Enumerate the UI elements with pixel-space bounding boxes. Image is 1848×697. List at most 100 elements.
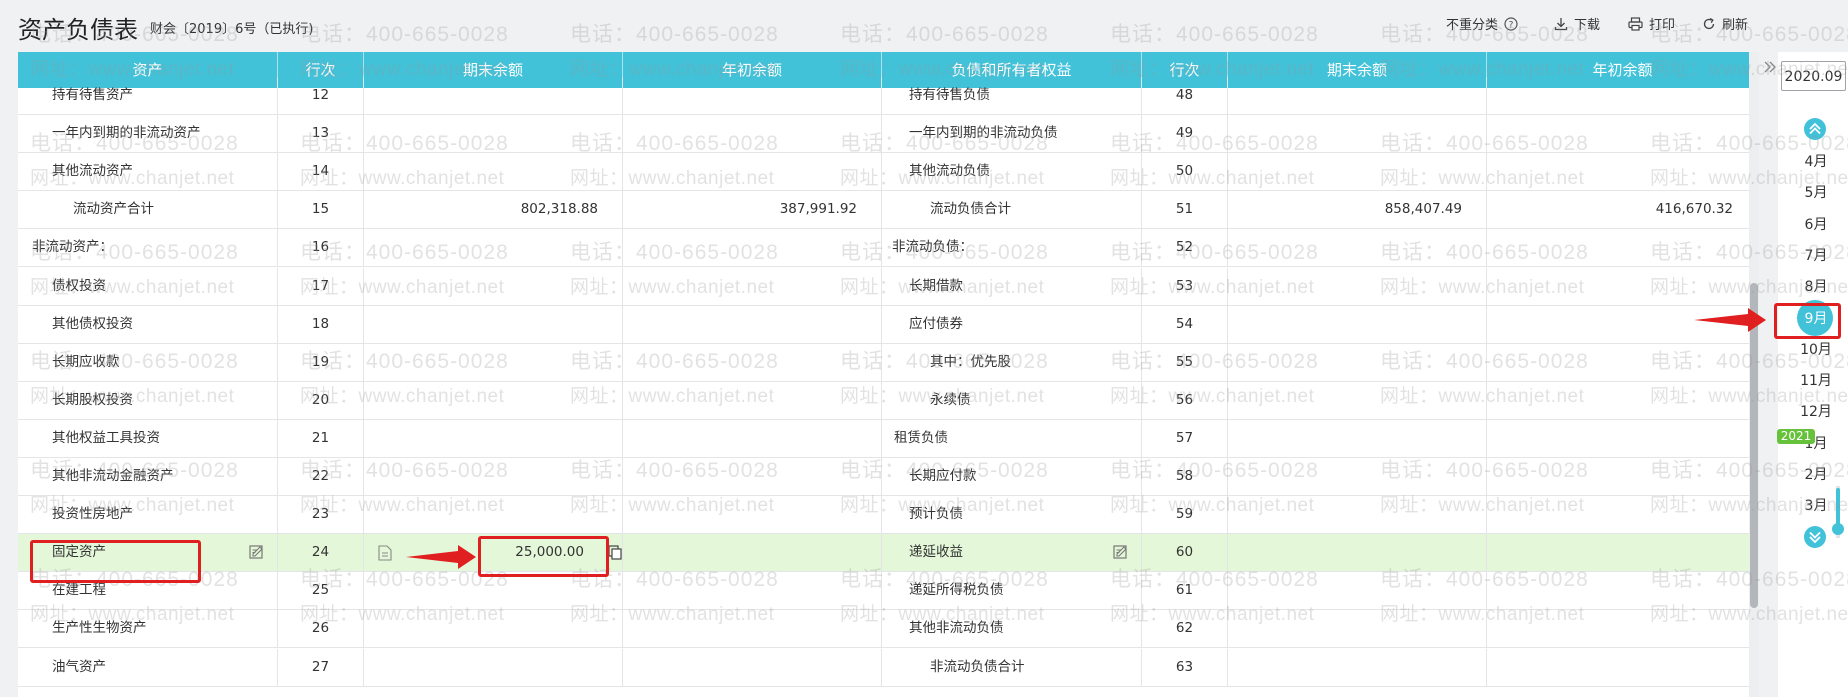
asset-end-cell[interactable] bbox=[364, 572, 623, 610]
month-item[interactable]: 3月 bbox=[1790, 495, 1842, 515]
liab-end-cell[interactable] bbox=[1228, 343, 1487, 381]
asset-end-cell[interactable] bbox=[364, 419, 623, 457]
liab-begin-cell[interactable] bbox=[1487, 572, 1758, 610]
asset-end-cell[interactable] bbox=[364, 153, 623, 191]
liab-end-cell[interactable] bbox=[1228, 610, 1487, 648]
table-row[interactable]: 生产性生物资产 26 其他非流动负债 62 bbox=[18, 610, 1758, 649]
asset-begin-cell[interactable] bbox=[623, 534, 882, 572]
liab-begin-cell[interactable] bbox=[1487, 534, 1758, 572]
liab-begin-cell[interactable] bbox=[1487, 115, 1758, 153]
asset-begin-cell[interactable] bbox=[623, 381, 882, 419]
liab-end-cell[interactable] bbox=[1228, 496, 1487, 534]
table-row[interactable]: 油气资产 27 非流动负债合计 63 bbox=[18, 648, 1758, 687]
liab-end-cell[interactable] bbox=[1228, 648, 1487, 686]
month-item[interactable]: 4月 bbox=[1790, 151, 1842, 171]
table-row[interactable]: 长期股权投资 20 永续债 56 bbox=[18, 381, 1758, 420]
month-item[interactable]: 7月 bbox=[1790, 245, 1842, 265]
asset-begin-cell[interactable] bbox=[623, 267, 882, 305]
liab-end-cell[interactable] bbox=[1228, 267, 1487, 305]
asset-begin-cell[interactable] bbox=[623, 648, 882, 686]
asset-end-cell[interactable] bbox=[364, 381, 623, 419]
asset-end-cell[interactable] bbox=[364, 77, 623, 114]
asset-end-cell[interactable] bbox=[364, 496, 623, 534]
liab-end-cell[interactable] bbox=[1228, 381, 1487, 419]
refresh-button[interactable]: 刷新 bbox=[1702, 14, 1748, 33]
edit-formula-icon[interactable] bbox=[249, 544, 265, 560]
scroll-down-button[interactable] bbox=[1804, 526, 1826, 548]
month-item[interactable]: 6月 bbox=[1790, 214, 1842, 234]
period-display[interactable]: 2020.09 bbox=[1781, 61, 1846, 91]
asset-begin-cell[interactable] bbox=[623, 305, 882, 343]
table-row[interactable]: 其他债权投资 18 应付债券 54 bbox=[18, 305, 1758, 344]
table-row[interactable]: 非流动资产： 16 非流动负债： 52 bbox=[18, 229, 1758, 268]
asset-begin-cell[interactable] bbox=[623, 115, 882, 153]
asset-end-cell[interactable] bbox=[364, 343, 623, 381]
asset-end-cell[interactable] bbox=[364, 229, 623, 267]
table-row[interactable]: 其他权益工具投资 21 租赁负债 57 bbox=[18, 419, 1758, 458]
scroll-up-button[interactable] bbox=[1804, 118, 1826, 140]
table-row[interactable]: 在建工程 25 递延所得税负债 61 bbox=[18, 572, 1758, 611]
liab-end-cell[interactable] bbox=[1228, 458, 1487, 495]
asset-begin-cell[interactable] bbox=[623, 572, 882, 610]
liab-end-cell[interactable] bbox=[1228, 229, 1487, 267]
liab-end-cell[interactable] bbox=[1228, 153, 1487, 191]
table-row[interactable]: 流动资产合计 15 802,318.88 387,991.92 流动负债合计 51 858,… bbox=[18, 191, 1758, 230]
table-row[interactable]: 持有待售资产 12 持有待售负债 48 bbox=[18, 77, 1758, 115]
table-row[interactable]: 一年内到期的非流动资产 13 一年内到期的非流动负债 49 bbox=[18, 115, 1758, 154]
table-row[interactable]: 其他流动资产 14 其他流动负债 50 bbox=[18, 153, 1758, 192]
asset-end-cell[interactable] bbox=[364, 267, 623, 305]
liab-begin-cell[interactable] bbox=[1487, 496, 1758, 534]
copy-icon[interactable] bbox=[608, 545, 622, 560]
liab-end-cell[interactable] bbox=[1228, 534, 1487, 572]
liab-begin-cell[interactable] bbox=[1487, 77, 1758, 114]
asset-end-cell[interactable] bbox=[364, 115, 623, 153]
table-row[interactable]: 债权投资 17 长期借款 53 bbox=[18, 267, 1758, 306]
asset-begin-cell[interactable] bbox=[623, 458, 882, 495]
liab-begin-cell[interactable] bbox=[1487, 610, 1758, 648]
liab-begin-cell[interactable] bbox=[1487, 648, 1758, 686]
asset-begin-cell[interactable]: 387,991.92 bbox=[623, 191, 882, 229]
month-item[interactable]: 11月 bbox=[1790, 370, 1842, 390]
month-item[interactable]: 2月 bbox=[1790, 464, 1842, 484]
asset-end-cell[interactable] bbox=[364, 610, 623, 648]
no-reclassify-toggle[interactable]: 不重分类 ? bbox=[1446, 14, 1518, 33]
asset-begin-cell[interactable] bbox=[623, 77, 882, 114]
edit-formula-icon[interactable] bbox=[1113, 544, 1129, 560]
help-circle-icon[interactable]: ? bbox=[1504, 16, 1518, 31]
table-row[interactable]: 长期应收款 19 其中：优先股 55 bbox=[18, 343, 1758, 382]
liab-end-cell[interactable] bbox=[1228, 572, 1487, 610]
asset-begin-cell[interactable] bbox=[623, 343, 882, 381]
asset-begin-cell[interactable] bbox=[623, 419, 882, 457]
liab-end-cell[interactable] bbox=[1228, 419, 1487, 457]
liab-begin-cell[interactable] bbox=[1487, 458, 1758, 495]
liab-begin-cell[interactable] bbox=[1487, 229, 1758, 267]
liab-end-cell[interactable] bbox=[1228, 77, 1487, 114]
asset-begin-cell[interactable] bbox=[623, 496, 882, 534]
asset-begin-cell[interactable] bbox=[623, 610, 882, 648]
collapse-panel-icon[interactable] bbox=[1763, 60, 1777, 74]
document-icon[interactable] bbox=[378, 545, 392, 561]
liab-begin-cell[interactable] bbox=[1487, 153, 1758, 191]
asset-end-cell[interactable] bbox=[364, 458, 623, 495]
liab-end-cell[interactable] bbox=[1228, 115, 1487, 153]
month-item[interactable]: 5月 bbox=[1790, 182, 1842, 202]
liab-begin-cell[interactable] bbox=[1487, 419, 1758, 457]
liab-begin-cell[interactable] bbox=[1487, 267, 1758, 305]
asset-end-cell[interactable] bbox=[364, 648, 623, 686]
download-button[interactable]: 下载 bbox=[1554, 14, 1600, 33]
asset-begin-cell[interactable] bbox=[623, 153, 882, 191]
asset-end-cell[interactable]: 802,318.88 bbox=[364, 191, 623, 229]
table-row[interactable]: 其他非流动金融资产 22 长期应付款 58 bbox=[18, 458, 1758, 496]
liab-end-cell[interactable]: 858,407.49 bbox=[1228, 191, 1487, 229]
month-item[interactable]: 10月 bbox=[1790, 339, 1842, 359]
timeline-handle[interactable] bbox=[1832, 523, 1844, 535]
month-item[interactable]: 12月 bbox=[1790, 401, 1842, 421]
liab-begin-cell[interactable] bbox=[1487, 381, 1758, 419]
liab-begin-cell[interactable] bbox=[1487, 343, 1758, 381]
liab-end-cell[interactable] bbox=[1228, 305, 1487, 343]
table-row[interactable]: 投资性房地产 23 预计负债 59 bbox=[18, 496, 1758, 535]
asset-end-cell[interactable] bbox=[364, 305, 623, 343]
liab-begin-cell[interactable]: 416,670.32 bbox=[1487, 191, 1758, 229]
month-item[interactable]: 8月 bbox=[1790, 276, 1842, 296]
print-button[interactable]: 打印 bbox=[1628, 14, 1675, 33]
